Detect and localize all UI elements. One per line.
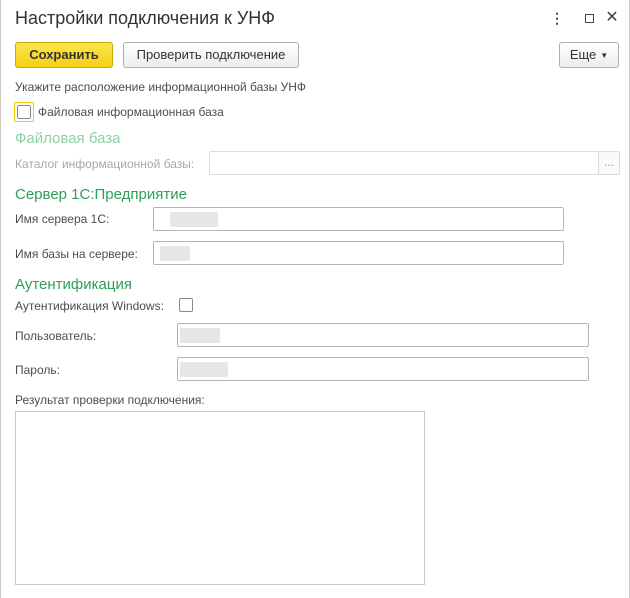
check-connection-button[interactable]: Проверить подключение: [123, 42, 299, 68]
password-redacted-value: [180, 362, 228, 377]
save-button[interactable]: Сохранить: [15, 42, 113, 68]
file-db-checkbox-label[interactable]: Файловая информационная база: [38, 105, 224, 119]
password-input[interactable]: [177, 357, 589, 381]
windows-auth-label: Аутентификация Windows:: [15, 299, 164, 313]
password-label: Пароль:: [15, 363, 60, 377]
file-base-section-title: Файловая база: [15, 130, 121, 147]
settings-window: Настройки подключения к УНФ ⋮ ✕ Сохранит…: [0, 0, 630, 598]
windows-auth-checkbox[interactable]: [179, 298, 193, 312]
server-name-label: Имя сервера 1С:: [15, 212, 110, 226]
catalog-label: Каталог информационной базы:: [15, 157, 195, 171]
db-name-redacted-value: [160, 246, 190, 261]
more-menu-button[interactable]: Еще ▼: [559, 42, 619, 68]
db-name-input[interactable]: [153, 241, 564, 265]
auth-section-title: Аутентификация: [15, 276, 132, 293]
maximize-icon[interactable]: [581, 9, 597, 27]
server-name-input[interactable]: [153, 207, 564, 231]
user-input[interactable]: [177, 323, 589, 347]
close-icon[interactable]: ✕: [604, 9, 620, 27]
db-name-label: Имя базы на сервере:: [15, 247, 138, 261]
more-menu-label: Еще: [569, 47, 597, 62]
result-textarea[interactable]: [15, 411, 425, 585]
location-prompt: Укажите расположение информационной базы…: [15, 80, 307, 94]
user-redacted-value: [180, 328, 220, 343]
server-section-title: Сервер 1С:Предприятие: [15, 186, 187, 203]
catalog-input[interactable]: [209, 151, 599, 175]
maximize-square-icon: [584, 14, 594, 23]
server-name-redacted-value: [170, 212, 218, 227]
dropdown-arrow-icon: ▼: [600, 50, 609, 60]
user-label: Пользователь:: [15, 329, 97, 343]
file-db-checkbox-box: [17, 105, 31, 119]
file-db-checkbox[interactable]: [14, 102, 34, 122]
catalog-browse-button[interactable]: ...: [598, 151, 620, 175]
more-actions-icon[interactable]: ⋮: [549, 9, 565, 27]
result-label: Результат проверки подключения:: [15, 393, 205, 407]
window-title: Настройки подключения к УНФ: [15, 8, 275, 28]
